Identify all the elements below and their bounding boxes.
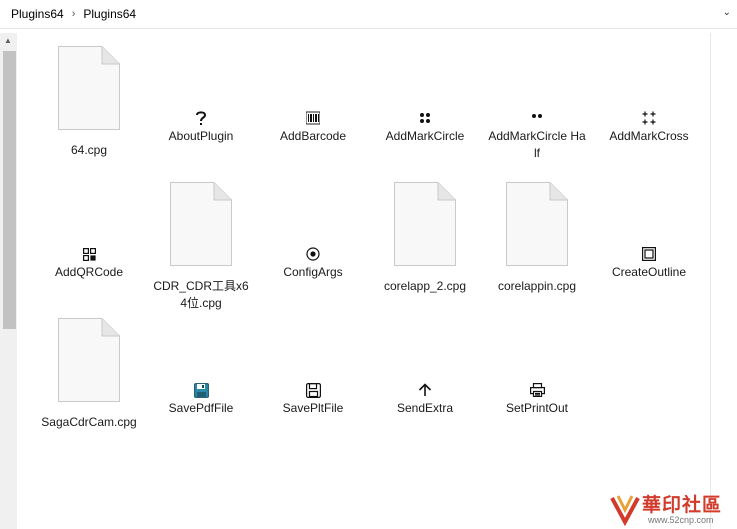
file-item[interactable]: SavePdfFile xyxy=(145,316,257,417)
file-label: corelapp_2.cpg xyxy=(383,279,467,293)
file-item[interactable]: corelappin.cpg xyxy=(481,180,593,295)
file-label: AddMarkCircle xyxy=(385,129,465,143)
file-label: SetPrintOut xyxy=(505,401,569,415)
four-dots-icon xyxy=(417,110,433,126)
document-icon xyxy=(58,318,120,402)
chevron-down-icon[interactable]: ⌄ xyxy=(723,7,731,18)
floppy-color-icon xyxy=(193,382,209,398)
scroll-thumb[interactable] xyxy=(3,51,16,329)
file-item[interactable]: AddMarkCircle Half xyxy=(481,44,593,162)
file-label: CreateOutline xyxy=(611,265,687,279)
watermark-logo: 華印社區 www.52cnp.com xyxy=(610,490,737,529)
file-label: AddBarcode xyxy=(279,129,347,143)
outline-square-icon xyxy=(641,246,657,262)
file-item[interactable]: corelapp_2.cpg xyxy=(369,180,481,295)
breadcrumb-item-plugins64[interactable]: Plugins64 xyxy=(7,7,68,21)
file-label: SagaCdrCam.cpg xyxy=(41,415,137,429)
file-item[interactable]: AboutPlugin xyxy=(145,44,257,145)
watermark-text: 華印社區 xyxy=(642,494,723,516)
watermark-url: www.52cnp.com xyxy=(648,515,714,525)
question-icon xyxy=(193,110,209,126)
file-label: ConfigArgs xyxy=(283,265,343,279)
file-label: SendExtra xyxy=(396,401,454,415)
arrow-up-icon xyxy=(417,382,433,398)
file-item[interactable]: AddBarcode xyxy=(257,44,369,145)
pane-divider xyxy=(710,33,711,529)
scroll-up-arrow-icon[interactable]: ▲ xyxy=(4,36,12,45)
breadcrumb: Plugins64 › Plugins64 ⌄ xyxy=(0,0,737,29)
file-item[interactable]: CDR_CDR工具x64位.cpg xyxy=(145,180,257,312)
file-label: AddQRCode xyxy=(54,265,124,279)
file-item[interactable]: ConfigArgs xyxy=(257,180,369,281)
file-label: CDR_CDR工具x64位.cpg xyxy=(153,279,249,310)
barcode-icon xyxy=(305,110,321,126)
file-item[interactable]: CreateOutline xyxy=(593,180,705,281)
crosses-icon xyxy=(641,110,657,126)
file-label: corelappin.cpg xyxy=(497,279,577,293)
file-item[interactable]: SavePltFile xyxy=(257,316,369,417)
two-dots-icon xyxy=(529,110,545,126)
breadcrumb-item-plugins64-current[interactable]: Plugins64 xyxy=(79,7,140,21)
document-icon xyxy=(506,182,568,266)
file-item[interactable]: SendExtra xyxy=(369,316,481,417)
file-label: AddMarkCross xyxy=(609,129,689,143)
chevron-right-icon: › xyxy=(71,8,76,20)
document-icon xyxy=(170,182,232,266)
target-icon xyxy=(305,246,321,262)
file-label: AboutPlugin xyxy=(168,129,234,143)
file-item[interactable]: SetPrintOut xyxy=(481,316,593,417)
qr-code-icon xyxy=(81,246,97,262)
file-item[interactable]: AddMarkCross xyxy=(593,44,705,145)
file-item[interactable]: AddMarkCircle xyxy=(369,44,481,145)
vertical-scrollbar[interactable]: ▲ xyxy=(0,33,17,529)
printer-icon xyxy=(529,382,545,398)
file-label: 64.cpg xyxy=(70,143,108,157)
file-label: AddMarkCircle Half xyxy=(488,129,586,160)
floppy-icon xyxy=(305,382,321,398)
file-label: SavePltFile xyxy=(282,401,344,415)
document-icon xyxy=(58,46,120,130)
file-item[interactable]: 64.cpg xyxy=(33,44,145,159)
file-item[interactable]: AddQRCode xyxy=(33,180,145,281)
file-item[interactable]: SagaCdrCam.cpg xyxy=(33,316,145,431)
file-label: SavePdfFile xyxy=(168,401,234,415)
document-icon xyxy=(394,182,456,266)
